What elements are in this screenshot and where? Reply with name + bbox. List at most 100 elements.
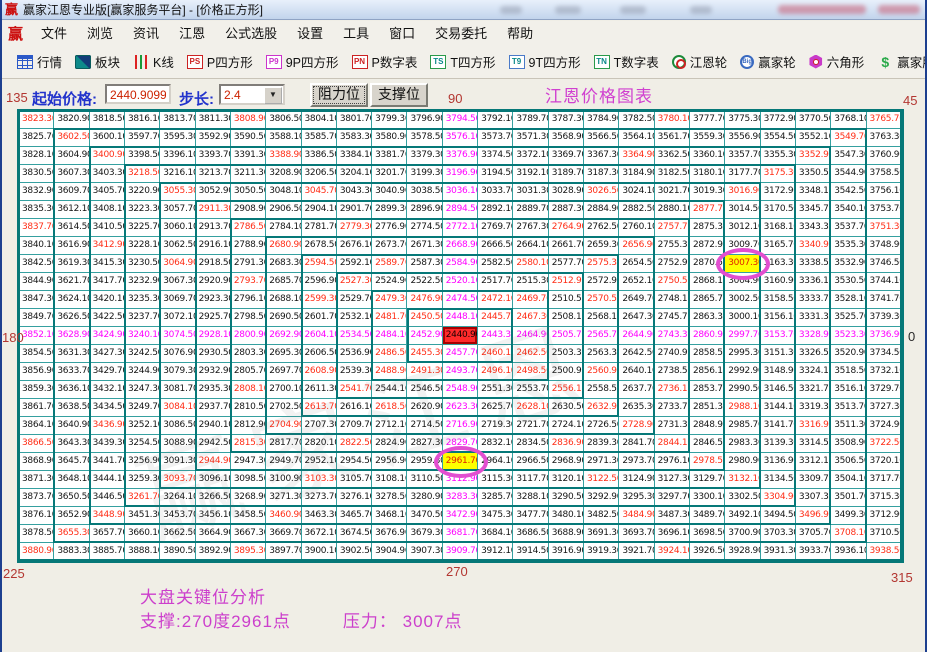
grid-cell[interactable]: 3372.10 <box>513 147 548 165</box>
menu-item[interactable]: 江恩 <box>169 24 215 43</box>
grid-cell[interactable]: 3684.10 <box>478 525 513 543</box>
grid-cell[interactable]: 3328.90 <box>796 327 831 345</box>
grid-cell[interactable]: 3590.50 <box>231 129 266 147</box>
grid-cell[interactable]: 3112.90 <box>443 471 478 489</box>
grid-cell[interactable]: 3319.30 <box>796 399 831 417</box>
grid-cell[interactable]: 3703.30 <box>761 525 796 543</box>
grid-cell[interactable]: 3741.70 <box>867 291 902 309</box>
grid-cell[interactable]: 3842.50 <box>19 255 54 273</box>
toolbar-button[interactable]: 板块 <box>75 52 120 71</box>
grid-cell[interactable]: 3511.30 <box>831 417 866 435</box>
grid-cell[interactable]: 3326.50 <box>796 345 831 363</box>
grid-cell[interactable]: 2923.30 <box>196 291 231 309</box>
grid-cell[interactable]: 2781.70 <box>302 219 337 237</box>
grid-cell[interactable]: 3052.90 <box>196 183 231 201</box>
grid-cell[interactable]: 2570.50 <box>584 291 619 309</box>
grid-cell[interactable]: 3561.70 <box>655 129 690 147</box>
grid-cell[interactable]: 3535.30 <box>831 237 866 255</box>
grid-cell[interactable]: 3780.10 <box>655 111 690 129</box>
grid-cell[interactable]: 2856.10 <box>690 363 725 381</box>
grid-cell[interactable]: 3168.10 <box>761 219 796 237</box>
grid-cell[interactable]: 2520.10 <box>443 273 478 291</box>
grid-cell[interactable]: 2637.70 <box>619 381 654 399</box>
grid-cell[interactable]: 2757.70 <box>655 219 690 237</box>
grid-cell[interactable]: 2527.30 <box>337 273 372 291</box>
grid-cell[interactable]: 3768.10 <box>831 111 866 129</box>
grid-cell[interactable]: 3288.10 <box>513 489 548 507</box>
grid-cell[interactable]: 3355.30 <box>761 147 796 165</box>
chevron-down-icon[interactable]: ▼ <box>264 87 282 104</box>
grid-cell[interactable]: 2810.50 <box>231 399 266 417</box>
grid-cell[interactable]: 2440.90 <box>443 327 478 345</box>
grid-cell[interactable]: 3043.30 <box>337 183 372 201</box>
grid-cell[interactable]: 2779.30 <box>337 219 372 237</box>
grid-cell[interactable]: 3079.30 <box>160 363 195 381</box>
grid-cell[interactable]: 3844.90 <box>19 273 54 291</box>
grid-cell[interactable]: 3763.30 <box>867 129 902 147</box>
grid-cell[interactable]: 3235.30 <box>125 291 160 309</box>
grid-cell[interactable]: 3432.10 <box>90 381 125 399</box>
grid-cell[interactable]: 3806.50 <box>266 111 301 129</box>
toolbar-button[interactable]: 江恩轮 <box>672 52 728 71</box>
grid-cell[interactable]: 2692.90 <box>266 327 301 345</box>
grid-cell[interactable]: 2772.10 <box>443 219 478 237</box>
grid-cell[interactable]: 2916.10 <box>196 237 231 255</box>
grid-cell[interactable]: 3384.10 <box>337 147 372 165</box>
grid-cell[interactable]: 3314.50 <box>796 435 831 453</box>
grid-cell[interactable]: 2827.30 <box>407 435 442 453</box>
grid-cell[interactable]: 3206.50 <box>302 165 337 183</box>
grid-cell[interactable]: 2808.10 <box>231 381 266 399</box>
grid-cell[interactable]: 3050.50 <box>231 183 266 201</box>
grid-cell[interactable]: 2493.70 <box>443 363 478 381</box>
grid-cell[interactable]: 2870.50 <box>690 255 725 273</box>
grid-cell[interactable]: 2652.10 <box>619 273 654 291</box>
grid-cell[interactable]: 2952.10 <box>302 453 337 471</box>
grid-cell[interactable]: 3012.10 <box>725 219 760 237</box>
grid-cell[interactable]: 2474.50 <box>443 291 478 309</box>
grid-cell[interactable]: 2815.30 <box>231 435 266 453</box>
grid-cell[interactable]: 3547.30 <box>831 147 866 165</box>
grid-cell[interactable]: 3033.70 <box>478 183 513 201</box>
grid-cell[interactable]: 2863.30 <box>690 309 725 327</box>
grid-cell[interactable]: 2798.50 <box>231 309 266 327</box>
grid-cell[interactable]: 2647.30 <box>619 309 654 327</box>
grid-cell[interactable]: 3645.70 <box>54 453 89 471</box>
toolbar-button[interactable]: TST四方形 <box>430 52 495 71</box>
grid-cell[interactable]: 2983.30 <box>725 435 760 453</box>
grid-cell[interactable]: 3744.10 <box>867 273 902 291</box>
grid-cell[interactable]: 3232.90 <box>125 273 160 291</box>
grid-cell[interactable]: 3657.70 <box>90 525 125 543</box>
grid-cell[interactable]: 3919.30 <box>584 543 619 561</box>
grid-cell[interactable]: 3283.30 <box>443 489 478 507</box>
toolbar-button[interactable]: Big赢家轮 <box>740 52 796 71</box>
grid-cell[interactable]: 3936.10 <box>831 543 866 561</box>
grid-cell[interactable]: 3225.70 <box>125 219 160 237</box>
toolbar-button[interactable]: 六角形 <box>809 52 865 71</box>
grid-cell[interactable]: 3172.90 <box>761 183 796 201</box>
grid-cell[interactable]: 3664.90 <box>196 525 231 543</box>
grid-cell[interactable]: 3492.10 <box>725 507 760 525</box>
grid-cell[interactable]: 2764.90 <box>549 219 584 237</box>
grid-cell[interactable]: 2865.70 <box>690 291 725 309</box>
grid-cell[interactable]: 2491.30 <box>407 363 442 381</box>
grid-cell[interactable]: 3669.70 <box>266 525 301 543</box>
grid-cell[interactable]: 3679.30 <box>407 525 442 543</box>
grid-cell[interactable]: 3640.90 <box>54 417 89 435</box>
grid-cell[interactable]: 3028.90 <box>549 183 584 201</box>
grid-cell[interactable]: 3175.30 <box>761 165 796 183</box>
grid-cell[interactable]: 2976.10 <box>655 453 690 471</box>
step-select[interactable]: 2.4 ▼ <box>219 84 285 105</box>
grid-cell[interactable]: 3132.10 <box>725 471 760 489</box>
grid-cell[interactable]: 3060.10 <box>160 219 195 237</box>
grid-cell[interactable]: 3777.70 <box>690 111 725 129</box>
grid-cell[interactable]: 3242.50 <box>125 345 160 363</box>
grid-cell[interactable]: 2632.90 <box>584 399 619 417</box>
grid-cell[interactable]: 3578.50 <box>407 129 442 147</box>
grid-cell[interactable]: 3266.50 <box>196 489 231 507</box>
grid-cell[interactable]: 3933.70 <box>796 543 831 561</box>
grid-cell[interactable]: 2755.30 <box>655 237 690 255</box>
grid-cell[interactable]: 2592.10 <box>337 255 372 273</box>
grid-cell[interactable]: 3830.50 <box>19 165 54 183</box>
grid-cell[interactable]: 2457.70 <box>443 345 478 363</box>
grid-cell[interactable]: 3177.70 <box>725 165 760 183</box>
